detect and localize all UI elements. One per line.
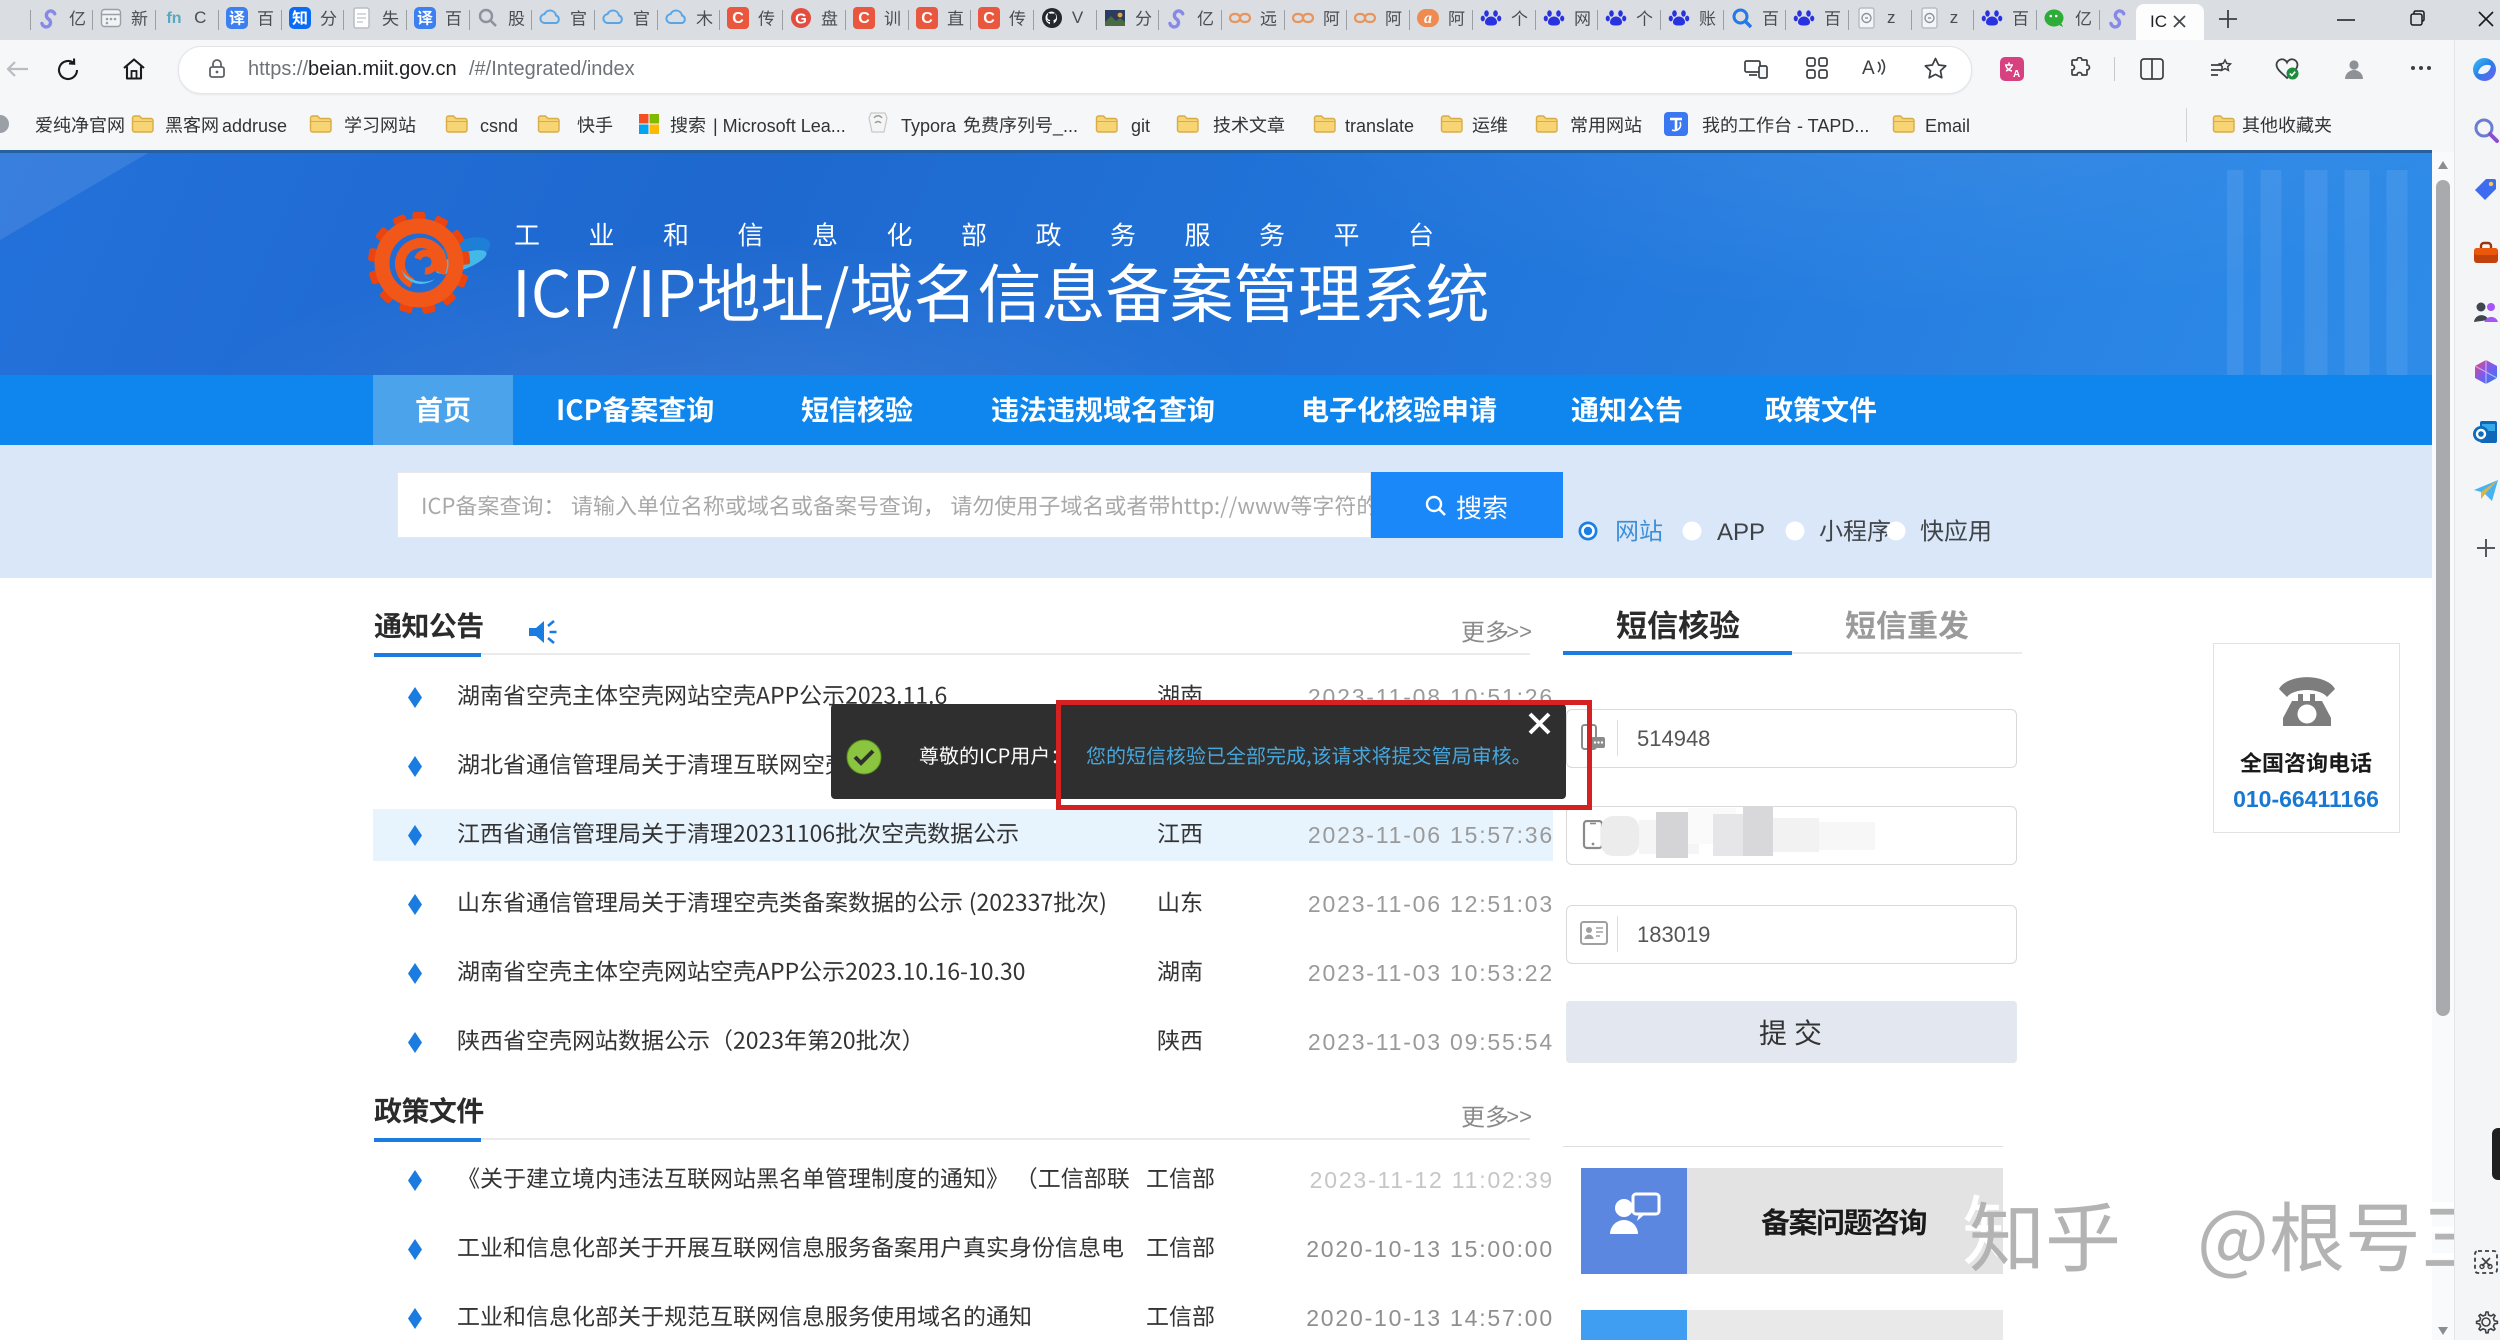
svg-text:a: a — [1424, 10, 1432, 27]
svg-text:G: G — [795, 11, 807, 28]
svg-text:C: C — [858, 10, 870, 27]
svg-text:C: C — [733, 10, 745, 27]
svg-text:fn: fn — [167, 10, 182, 27]
svg-text:C: C — [983, 10, 995, 27]
svg-text:C: C — [921, 10, 933, 27]
svg-text:A: A — [1862, 58, 1875, 79]
svg-text:A: A — [2013, 69, 2020, 80]
